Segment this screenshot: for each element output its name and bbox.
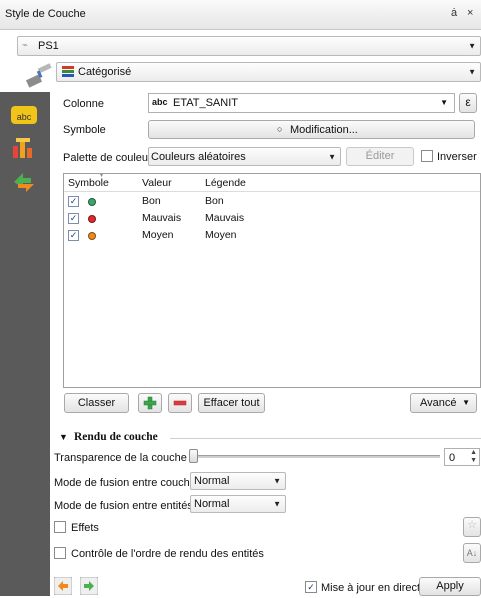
category-symbol-icon[interactable] [88, 198, 96, 206]
remove-category-button[interactable] [168, 393, 192, 413]
symbol-preview-icon: ○ [277, 124, 283, 134]
category-value: Bon [142, 195, 161, 207]
column-type-tag: abc [152, 97, 168, 107]
category-legend[interactable]: Moyen [205, 229, 237, 241]
sort-indicator-icon: ▾ [100, 173, 104, 179]
category-symbol-icon[interactable] [88, 215, 96, 223]
column-select[interactable]: abc ETAT_SANIT ▼ [148, 93, 455, 113]
categorized-icon [62, 66, 74, 81]
symbol-label: Symbole [63, 124, 106, 136]
column-label: Colonne [63, 98, 104, 110]
dock-title-bar: Style de Couche ȧ × [0, 0, 481, 30]
close-icon[interactable]: × [467, 7, 473, 19]
chevron-down-icon: ▼ [273, 499, 281, 509]
row-visibility-checkbox[interactable]: ✓ [68, 213, 79, 224]
palette-value: Couleurs aléatoires [151, 151, 246, 163]
category-value: Mauvais [142, 212, 182, 224]
layer-select[interactable]: ⌁ PS1 ▼ [17, 36, 481, 56]
palette-label: Palette de couleur [63, 152, 152, 164]
renderer-value: Catégorisé [78, 66, 132, 78]
category-legend[interactable]: Bon [205, 195, 224, 207]
chevron-down-icon: ▼ [462, 398, 470, 407]
transparency-slider[interactable] [190, 455, 440, 458]
live-update-label: Mise à jour en direct [321, 582, 421, 594]
layer-icon: ⌁ [22, 40, 29, 51]
style-sidebar: abc [0, 92, 50, 596]
feature-blend-select[interactable]: Normal ▼ [190, 495, 286, 513]
paint-brush-icon [24, 62, 54, 88]
table-row[interactable]: ✓ Bon Bon [64, 193, 480, 210]
layer-select-value: PS1 [38, 40, 59, 52]
categories-table[interactable]: Symbole ▾ Valeur Légende ✓ Bon Bon ✓ Mau… [63, 173, 481, 388]
plus-icon [143, 396, 157, 410]
collapse-arrow-icon[interactable]: ▼ [59, 432, 68, 442]
category-symbol-icon[interactable] [88, 232, 96, 240]
table-header: Symbole ▾ Valeur Légende [64, 173, 480, 192]
symbol-modify-button[interactable]: ○ Modification... [148, 120, 475, 139]
order-checkbox[interactable] [54, 547, 66, 559]
column-value: ETAT_SANIT [173, 97, 238, 109]
row-visibility-checkbox[interactable]: ✓ [68, 230, 79, 241]
layer-blend-select[interactable]: Normal ▼ [190, 472, 286, 490]
spin-arrows-icon[interactable]: ▲ ▼ [470, 449, 477, 465]
redo-icon[interactable] [79, 576, 99, 596]
column-header-value[interactable]: Valeur [142, 177, 172, 189]
classify-button[interactable]: Classer [64, 393, 129, 413]
chevron-down-icon: ▼ [440, 98, 448, 107]
layer-blend-label: Mode de fusion entre couches [54, 477, 202, 489]
sort-az-icon[interactable]: A↓ [463, 543, 481, 563]
transparency-slider-handle[interactable] [189, 449, 198, 463]
invert-checkbox[interactable] [421, 150, 433, 162]
expression-button[interactable]: ε [459, 93, 477, 113]
renderer-select[interactable]: Catégorisé ▼ [56, 62, 481, 82]
palette-select[interactable]: Couleurs aléatoires ▼ [148, 147, 341, 166]
chevron-down-icon: ▼ [468, 67, 476, 77]
chevron-down-icon: ▼ [328, 152, 336, 161]
transparency-value: 0 [449, 452, 456, 464]
clear-all-button[interactable]: Effacer tout [198, 393, 265, 413]
live-update-checkbox[interactable]: ✓ [305, 581, 317, 593]
effects-checkbox[interactable] [54, 521, 66, 533]
order-label: Contrôle de l'ordre de rendu des entités [71, 548, 264, 560]
chevron-down-icon: ▼ [273, 476, 281, 486]
minus-icon [173, 400, 187, 406]
diagram-icon[interactable] [11, 136, 39, 160]
labels-icon[interactable]: abc [11, 106, 37, 124]
actions-icon[interactable] [11, 170, 39, 194]
chevron-down-icon: ▼ [468, 41, 476, 51]
float-icon[interactable]: ȧ [451, 7, 457, 19]
symbol-modify-label: Modification... [290, 124, 358, 136]
feature-blend-value: Normal [194, 498, 230, 510]
advanced-button[interactable]: Avancé ▼ [410, 393, 477, 413]
layer-blend-value: Normal [194, 475, 230, 487]
feature-blend-label: Mode de fusion entre entités [54, 500, 193, 512]
add-category-button[interactable] [138, 393, 162, 413]
invert-label: Inverser [437, 151, 477, 163]
column-header-legend[interactable]: Légende [205, 177, 246, 189]
effects-label: Effets [71, 522, 99, 534]
transparency-spinbox[interactable]: 0 ▲ ▼ [444, 448, 480, 466]
edit-palette-button[interactable]: Éditer [346, 147, 414, 166]
transparency-label: Transparence de la couche [54, 452, 187, 464]
rendering-section-title[interactable]: Rendu de couche [74, 431, 158, 443]
effects-star-icon[interactable]: ☆ [463, 517, 481, 537]
table-row[interactable]: ✓ Mauvais Mauvais [64, 210, 480, 227]
row-visibility-checkbox[interactable]: ✓ [68, 196, 79, 207]
table-row[interactable]: ✓ Moyen Moyen [64, 227, 480, 244]
advanced-label: Avancé [420, 397, 457, 409]
undo-icon[interactable] [53, 576, 73, 596]
dock-title: Style de Couche [5, 8, 86, 20]
category-legend[interactable]: Mauvais [205, 212, 244, 224]
apply-button[interactable]: Apply [419, 577, 481, 596]
category-value: Moyen [142, 229, 174, 241]
section-divider [170, 438, 481, 439]
